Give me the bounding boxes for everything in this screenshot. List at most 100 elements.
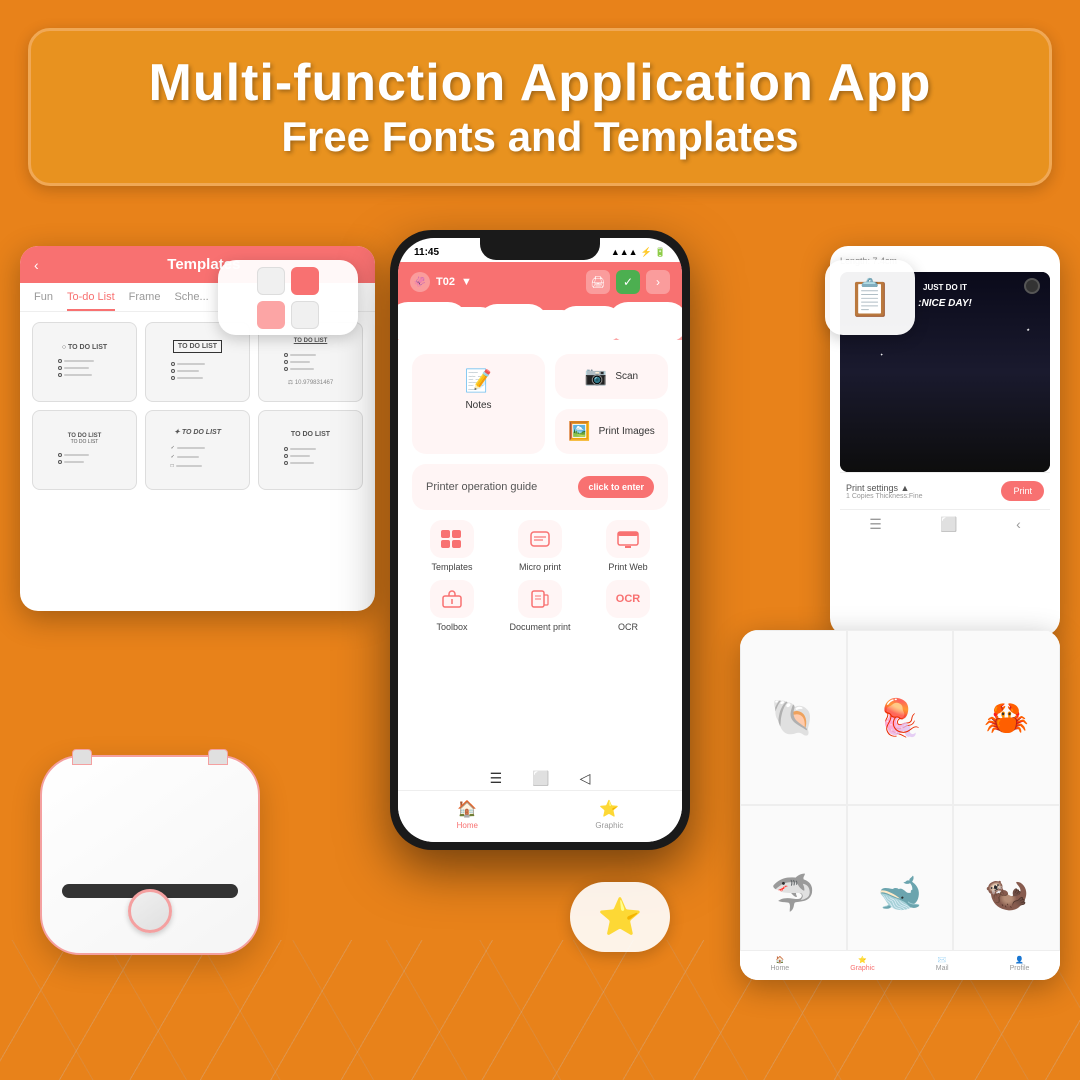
tab-nav-profile[interactable]: 👤 Profile	[1010, 956, 1030, 972]
tab-fun[interactable]: Fun	[34, 291, 53, 311]
tab-schedule[interactable]: Sche...	[174, 291, 208, 311]
print-web-icon	[606, 520, 650, 558]
toolbox-label: Toolbox	[436, 622, 467, 632]
tab-nav-home[interactable]: 🏠 Home	[771, 956, 790, 972]
tab-profile-icon: 👤	[1015, 956, 1024, 964]
printer-clips	[72, 749, 228, 765]
micro-print-feature[interactable]: Micro print	[500, 520, 580, 572]
header-title: Multi-function Application App	[71, 53, 1009, 113]
grid-cell-1	[257, 267, 285, 295]
forward-action-icon[interactable]: ›	[646, 270, 670, 294]
notes-feature-icon: 📝	[465, 368, 492, 394]
template-item[interactable]: TO DO LISTTO DO LIST	[32, 410, 137, 490]
template-item[interactable]: ○ TO DO LIST	[32, 322, 137, 402]
ocr-feature[interactable]: OCR OCR	[588, 580, 668, 632]
phone-notch	[480, 238, 600, 260]
printer-body	[40, 755, 260, 955]
printer-clip-left	[72, 749, 92, 765]
print-controls: Print settings ▲ 1 Copies Thickness:Fine…	[840, 472, 1050, 509]
document-print-label: Document print	[509, 622, 570, 632]
document-print-feature[interactable]: Document print	[500, 580, 580, 632]
tab-mail-label: Mail	[936, 965, 949, 972]
ocr-label: OCR	[618, 622, 638, 632]
menu-icon[interactable]: ☰	[490, 770, 503, 787]
sticker-jellyfish[interactable]: 🪼	[847, 630, 954, 805]
printer-device	[30, 755, 270, 995]
print-web-feature[interactable]: Print Web	[588, 520, 668, 572]
print-button[interactable]: Print	[1001, 481, 1044, 501]
status-time: 11:45	[414, 247, 439, 258]
overlay-notes-card: 📋	[825, 260, 915, 335]
phone-outer: 11:45 ▲▲▲ ⚡ 🔋 🦑 T02 ▼ 🖨 ✓	[390, 230, 690, 850]
grid-cell-2	[291, 267, 319, 295]
template-item[interactable]: ✦ TO DO LIST ✓ ✓ □	[145, 410, 250, 490]
guide-text: Printer operation guide	[426, 481, 537, 493]
home-nav-label: Home	[457, 821, 478, 830]
tablet-back-icon[interactable]: ‹	[34, 257, 39, 273]
printer-clip-right	[208, 749, 228, 765]
nav-graphic[interactable]: ⭐ Graphic	[595, 799, 623, 830]
tab-mail-icon: ✉️	[938, 956, 947, 964]
app-logo-icon: 🦑	[410, 272, 430, 292]
app-header-actions: 🖨 ✓ ›	[586, 270, 670, 294]
app-name: T02	[436, 276, 455, 288]
phone-screen: 11:45 ▲▲▲ ⚡ 🔋 🦑 T02 ▼ 🖨 ✓	[398, 238, 682, 842]
scan-icon: 📷	[585, 366, 607, 387]
header-banner: Multi-function Application App Free Font…	[28, 28, 1052, 186]
toolbox-icon	[430, 580, 474, 618]
notes-feature-label: Notes	[465, 400, 491, 411]
guide-button[interactable]: click to enter	[578, 476, 654, 498]
app-arrow: ▼	[461, 276, 472, 288]
tablet-nav-bottom: ☰ ⬜ ‹	[840, 509, 1050, 537]
tab-todo[interactable]: To-do List	[67, 291, 115, 311]
print-settings-label: Print settings ▲ 1 Copies Thickness:Fine	[846, 483, 923, 500]
nav-home-icon: ⬜	[940, 516, 957, 533]
scan-feature-card[interactable]: 📷 Scan	[555, 354, 668, 399]
star-sticker-icon: ⭐	[598, 896, 643, 938]
print-images-card[interactable]: 🖼️ Print Images	[555, 409, 668, 454]
document-print-icon	[518, 580, 562, 618]
wifi-icon: ⚡	[641, 247, 652, 258]
nav-back-icon: ‹	[1016, 516, 1021, 533]
back-icon[interactable]: ◁	[580, 770, 591, 787]
print-action-icon[interactable]: 🖨	[586, 270, 610, 294]
templates-feature[interactable]: Templates	[412, 520, 492, 572]
overlay-grid-card	[218, 260, 358, 335]
graphic-nav-label: Graphic	[595, 821, 623, 830]
check-action-icon[interactable]: ✓	[616, 270, 640, 294]
template-item[interactable]: TO DO LIST	[258, 410, 363, 490]
sticker-grid: 🐚 🪼 🦀 🦈 🐋 🦦	[740, 630, 1060, 980]
sticker-crab[interactable]: 🦀	[953, 630, 1060, 805]
nav-home[interactable]: 🏠 Home	[457, 799, 478, 830]
templates-icon	[430, 520, 474, 558]
templates-label: Templates	[431, 562, 472, 572]
floating-sticker-ball: ⭐	[570, 882, 670, 952]
system-nav-icons: ☰ ⬜ ◁	[490, 770, 591, 787]
toolbox-feature[interactable]: Toolbox	[412, 580, 492, 632]
app-header-top: 🦑 T02 ▼ 🖨 ✓ ›	[410, 270, 670, 294]
tab-frame[interactable]: Frame	[129, 291, 161, 311]
grid-cell-3	[257, 301, 285, 329]
feature-row: 📝 Notes 📷 Scan 🖼️ Print Images	[412, 354, 668, 454]
sticker-starfish[interactable]: 🐚	[740, 630, 847, 805]
right-features-col: 📷 Scan 🖼️ Print Images	[555, 354, 668, 454]
graphic-nav-icon: ⭐	[599, 799, 619, 819]
scan-label: Scan	[615, 371, 638, 382]
home-nav-icon: 🏠	[457, 799, 477, 819]
notes-feature-card[interactable]: 📝 Notes	[412, 354, 545, 454]
notes-icon: 📋	[848, 277, 893, 319]
phone-container: 11:45 ▲▲▲ ⚡ 🔋 🦑 T02 ▼ 🖨 ✓	[390, 230, 690, 850]
grid-cell-4	[291, 301, 319, 329]
tab-nav-graphic[interactable]: ⭐ Graphic	[850, 956, 875, 972]
print-images-icon: 🖼️	[568, 421, 590, 442]
home-circle-icon[interactable]: ⬜	[532, 770, 549, 787]
micro-print-label: Micro print	[519, 562, 561, 572]
bottom-feature-grid: Templates Micro print Print Web	[412, 520, 668, 640]
tab-profile-label: Profile	[1010, 965, 1030, 972]
ocr-icon: OCR	[606, 580, 650, 618]
printer-button[interactable]	[128, 889, 172, 933]
tab-nav-mail[interactable]: ✉️ Mail	[936, 956, 949, 972]
tablet-bottom-nav: 🏠 Home ⭐ Graphic ✉️ Mail 👤 Profile	[740, 950, 1060, 980]
status-icons: ▲▲▲ ⚡ 🔋	[611, 247, 666, 258]
battery-icon: 🔋	[655, 247, 666, 258]
